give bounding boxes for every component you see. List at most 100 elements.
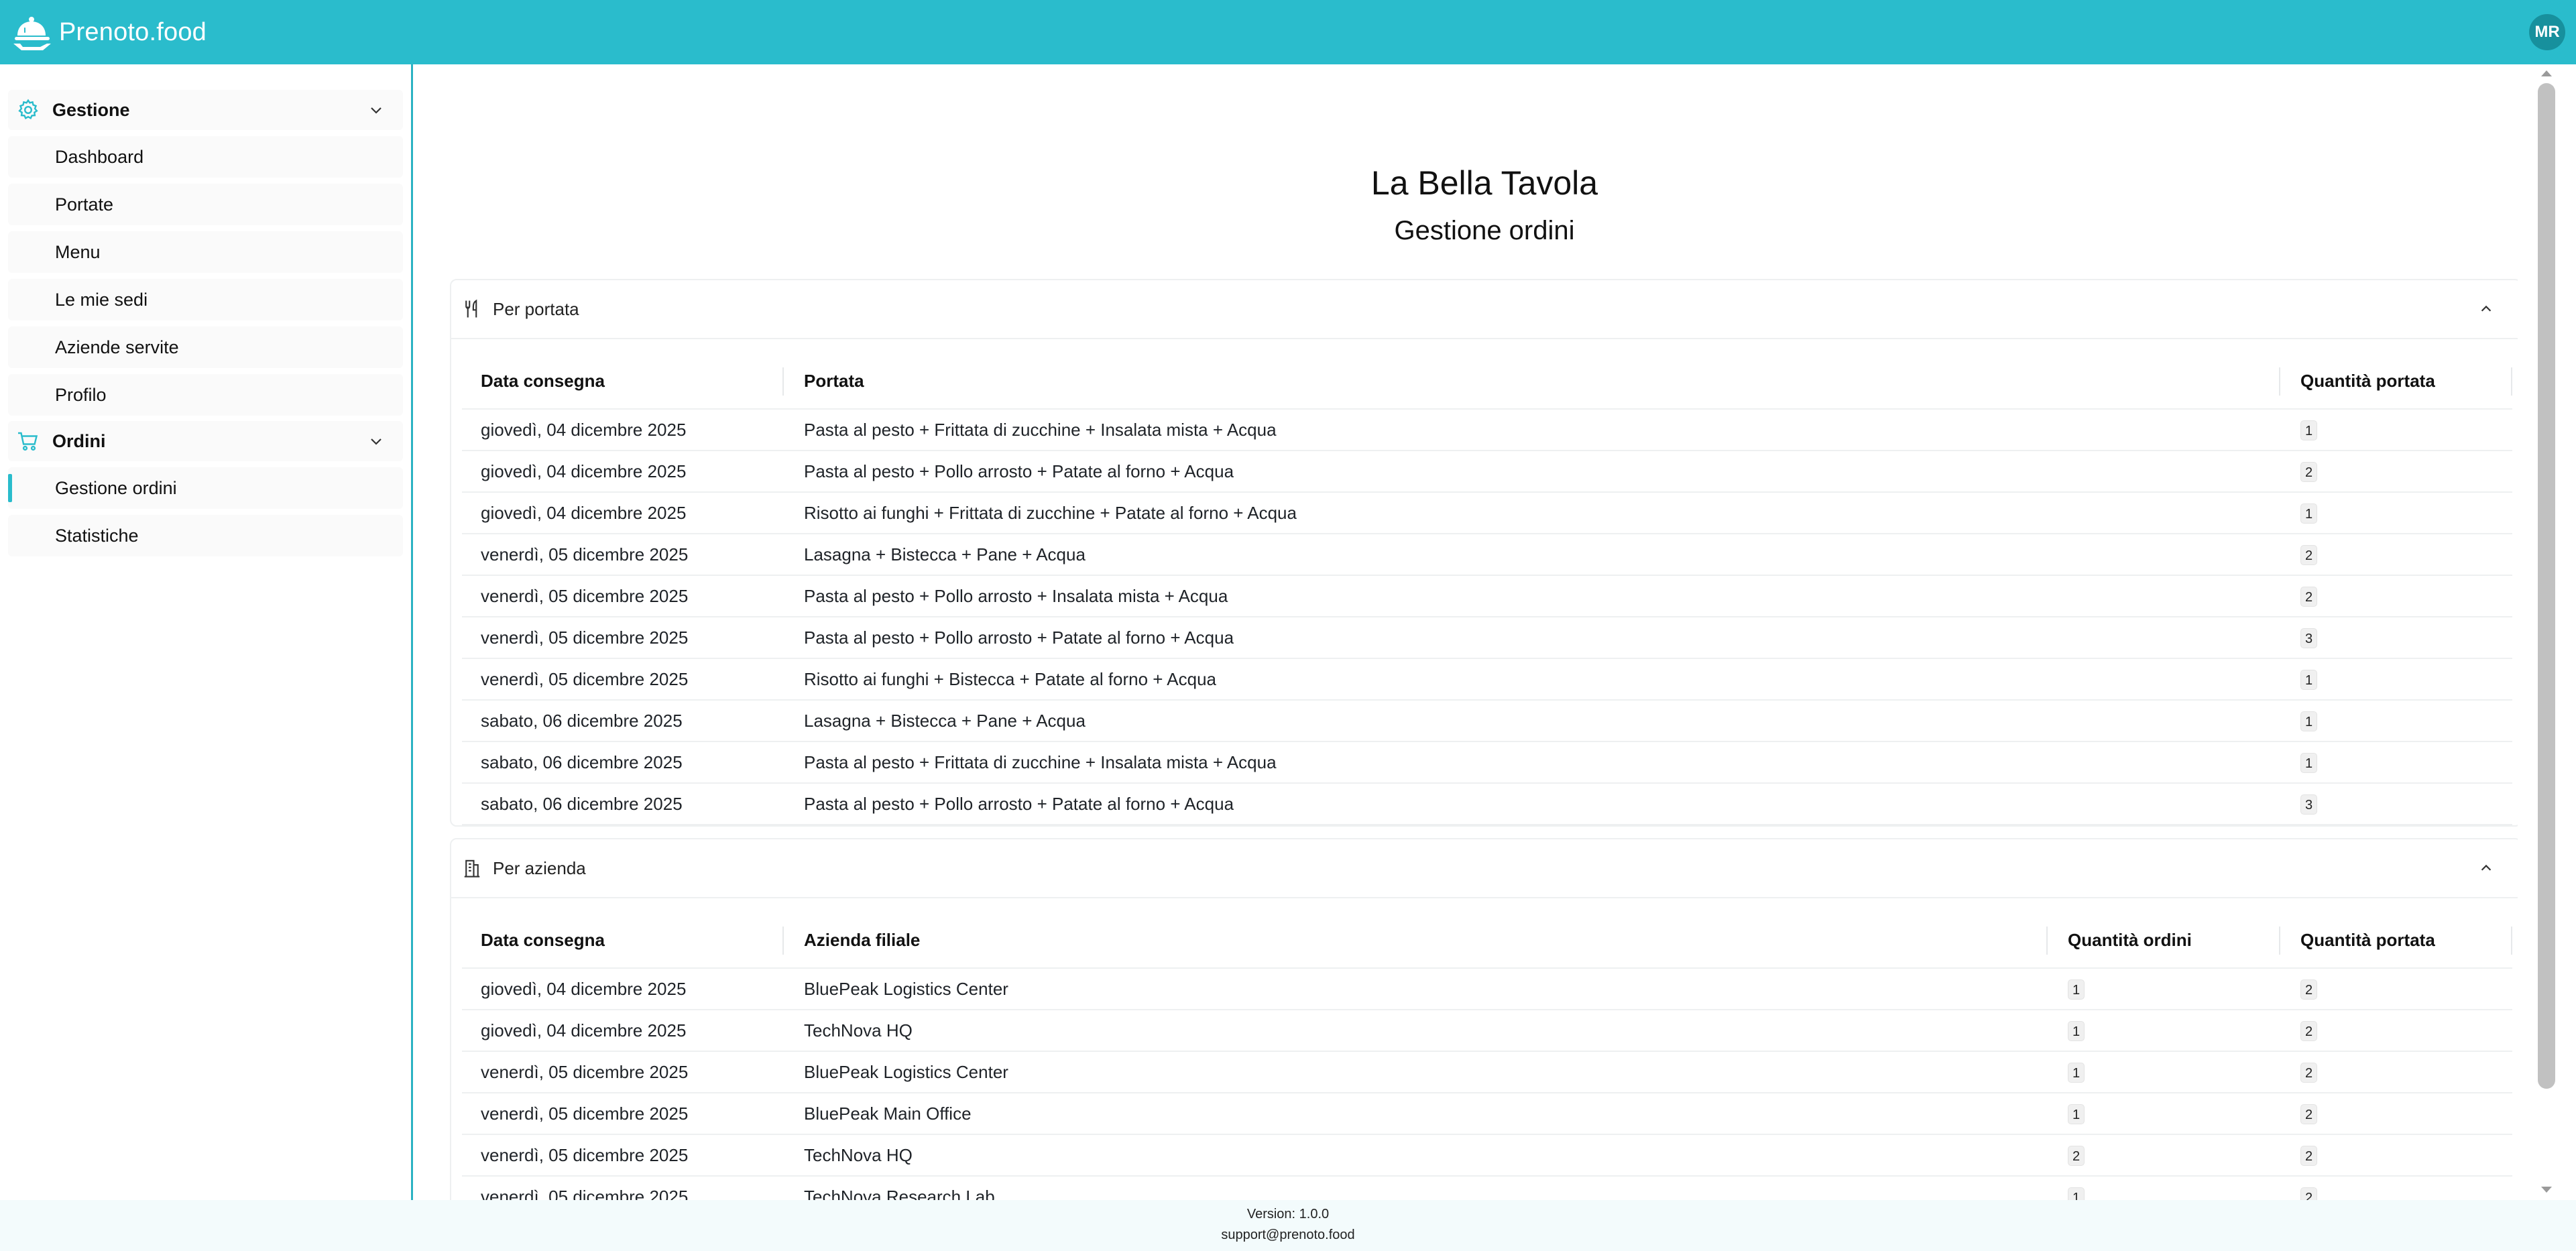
table-row: sabato, 06 dicembre 2025 Lasagna + Bistec… [462, 700, 2512, 742]
table-cell: Lasagna + Bistecca + Pane + Acqua [784, 700, 2280, 742]
sidebar-item-gestione-ordini[interactable]: Gestione ordini [8, 467, 403, 509]
table-row: giovedì, 04 dicembre 2025 Pasta al pesto … [462, 409, 2512, 451]
quantity-cell: 1 [2280, 409, 2512, 451]
gear-icon [18, 99, 38, 119]
sidebar-item-dashboard[interactable]: Dashboard [8, 136, 403, 178]
main-content: La Bella Tavola Gestione ordini Per port… [415, 64, 2518, 1200]
sidebar-item-portate[interactable]: Portate [8, 184, 403, 225]
user-avatar[interactable]: MR [2529, 14, 2565, 50]
chevron-down-icon[interactable] [368, 433, 384, 449]
table-row: venerdì, 05 dicembre 2025 Pasta al pesto … [462, 617, 2512, 659]
page-scrollbar[interactable] [2518, 64, 2576, 1200]
building-icon [464, 859, 480, 878]
quantity-cell: 2 [2280, 1093, 2512, 1135]
support-email-link[interactable]: support@prenoto.food [0, 1228, 2576, 1243]
sidebar-item-statistiche[interactable]: Statistiche [8, 515, 403, 556]
sidebar-item-aziende-servite[interactable]: Aziende servite [8, 326, 403, 368]
quantity-badge: 3 [2300, 628, 2318, 648]
table-cell: giovedì, 04 dicembre 2025 [462, 492, 784, 534]
brand-home-link[interactable]: Prenoto.food [11, 10, 207, 54]
column-header[interactable]: Data consegna [462, 354, 784, 410]
table-row: venerdì, 05 dicembre 2025 Pasta al pesto … [462, 575, 2512, 617]
table-cell: venerdì, 05 dicembre 2025 [462, 658, 784, 701]
quantity-cell: 1 [2048, 1010, 2280, 1052]
table-row: venerdì, 05 dicembre 2025 Risotto ai fung… [462, 658, 2512, 701]
table-cell: venerdì, 05 dicembre 2025 [462, 1051, 784, 1093]
quantity-cell: 1 [2280, 658, 2512, 701]
footer: Version: 1.0.0 support@prenoto.food [0, 1200, 2576, 1251]
table-cell: BluePeak Logistics Center [784, 968, 2048, 1010]
scrollbar-thumb[interactable] [2518, 83, 2576, 1089]
table-cell: sabato, 06 dicembre 2025 [462, 783, 784, 825]
quantity-cell: 1 [2048, 1093, 2280, 1135]
table-cell: venerdì, 05 dicembre 2025 [462, 1176, 784, 1200]
sidebar-item-menu[interactable]: Menu [8, 231, 403, 273]
sidebar-group-label: Ordini [52, 430, 106, 451]
sidebar-group-ordini[interactable]: Ordini [8, 421, 403, 461]
quantity-badge: 2 [2300, 1146, 2318, 1166]
table-cell: sabato, 06 dicembre 2025 [462, 700, 784, 742]
sidebar-item-le-mie-sedi[interactable]: Le mie sedi [8, 279, 403, 320]
chevron-up-icon[interactable] [2479, 302, 2494, 316]
table-cell: TechNova HQ [784, 1010, 2048, 1052]
table-cell: Pasta al pesto + Pollo arrosto + Patate … [784, 783, 2280, 825]
chevron-down-icon[interactable] [368, 102, 384, 118]
column-header[interactable]: Quantità ordini [2048, 913, 2280, 969]
quantity-cell: 1 [2048, 1176, 2280, 1200]
per-azienda-panel: Per azienda Data consegna Azienda filial… [450, 838, 2518, 1200]
column-header[interactable]: Data consegna [462, 913, 784, 969]
table-cell: venerdì, 05 dicembre 2025 [462, 1093, 784, 1135]
column-header[interactable]: Azienda filiale [784, 913, 2048, 969]
chevron-up-icon[interactable] [2479, 861, 2494, 876]
per-azienda-table: Data consegna Azienda filiale Quantità o… [462, 913, 2512, 1200]
scroll-down-icon[interactable] [2540, 1185, 2553, 1195]
table-row: giovedì, 04 dicembre 2025 Risotto ai fung… [462, 492, 2512, 534]
table-cell: TechNova HQ [784, 1134, 2048, 1177]
sidebar-item-profilo[interactable]: Profilo [8, 374, 403, 416]
per-portata-header[interactable]: Per portata [451, 280, 2518, 339]
quantity-badge: 2 [2300, 1021, 2318, 1041]
quantity-badge: 1 [2068, 979, 2085, 1000]
quantity-badge: 1 [2068, 1021, 2085, 1041]
quantity-cell: 2 [2280, 1134, 2512, 1177]
quantity-badge: 1 [2300, 670, 2318, 690]
quantity-cell: 2 [2280, 1051, 2512, 1093]
column-header[interactable]: Quantità portata [2280, 354, 2512, 410]
utensils-icon [465, 299, 477, 318]
table-row: sabato, 06 dicembre 2025 Pasta al pesto +… [462, 783, 2512, 825]
quantity-cell: 2 [2048, 1134, 2280, 1177]
quantity-badge: 1 [2300, 503, 2318, 524]
column-header[interactable]: Portata [784, 354, 2280, 410]
quantity-cell: 1 [2048, 1051, 2280, 1093]
table-row: venerdì, 05 dicembre 2025 BluePeak Logist… [462, 1051, 2512, 1093]
column-header[interactable]: Quantità portata [2280, 913, 2512, 969]
quantity-cell: 2 [2280, 451, 2512, 493]
quantity-cell: 1 [2280, 741, 2512, 784]
per-azienda-header[interactable]: Per azienda [451, 839, 2518, 898]
panel-title: Per azienda [493, 857, 586, 878]
cart-icon [18, 432, 38, 451]
quantity-cell: 1 [2048, 968, 2280, 1010]
quantity-badge: 2 [2300, 1063, 2318, 1083]
quantity-badge: 1 [2068, 1063, 2085, 1083]
quantity-badge: 2 [2068, 1146, 2085, 1166]
table-row: venerdì, 05 dicembre 2025 TechNova HQ 2 2 [462, 1134, 2512, 1177]
sidebar-group-label: Gestione [52, 99, 130, 120]
table-row: venerdì, 05 dicembre 2025 Lasagna + Biste… [462, 534, 2512, 576]
sidebar-group-gestione[interactable]: Gestione [8, 90, 403, 130]
quantity-cell: 2 [2280, 534, 2512, 576]
table-row: giovedì, 04 dicembre 2025 BluePeak Logist… [462, 968, 2512, 1010]
table-cell: Pasta al pesto + Frittata di zucchine + … [784, 409, 2280, 451]
scroll-up-icon[interactable] [2540, 68, 2553, 78]
page-title: Gestione ordini [1394, 216, 1575, 245]
table-cell: Risotto ai funghi + Frittata di zucchine… [784, 492, 2280, 534]
quantity-cell: 2 [2280, 575, 2512, 617]
table-cell: Lasagna + Bistecca + Pane + Acqua [784, 534, 2280, 576]
table-cell: BluePeak Logistics Center [784, 1051, 2048, 1093]
panel-title: Per portata [493, 298, 579, 319]
quantity-badge: 3 [2300, 794, 2318, 815]
table-cell: Pasta al pesto + Pollo arrosto + Patate … [784, 451, 2280, 493]
table-row: venerdì, 05 dicembre 2025 TechNova Resear… [462, 1176, 2512, 1200]
quantity-badge: 1 [2068, 1104, 2085, 1124]
table-cell: sabato, 06 dicembre 2025 [462, 741, 784, 784]
